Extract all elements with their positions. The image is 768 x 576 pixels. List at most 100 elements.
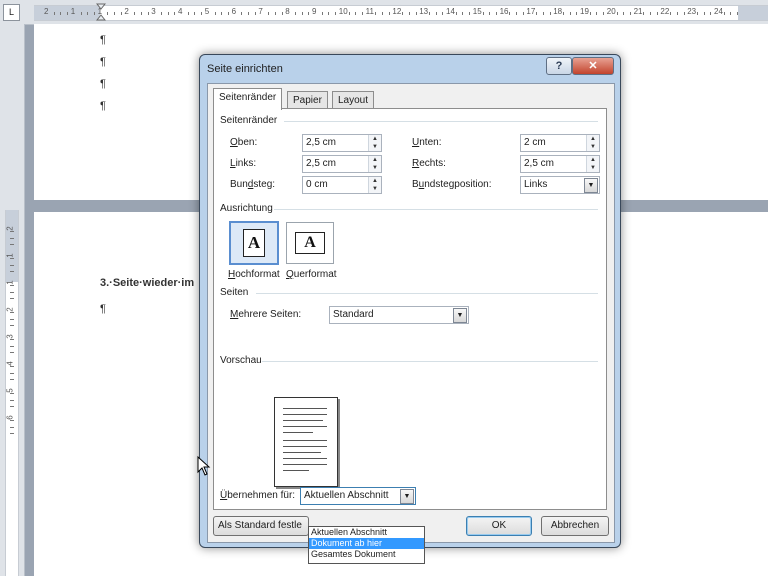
ruler-tick — [616, 12, 618, 15]
chevron-down-icon[interactable]: ▼ — [584, 178, 598, 193]
indent-marker-icon[interactable] — [96, 3, 106, 23]
ruler-tick — [10, 244, 14, 246]
ruler-tick — [53, 12, 55, 15]
ruler-tick — [10, 345, 14, 347]
ruler-tick — [696, 12, 698, 15]
ruler-tick — [650, 12, 651, 15]
ruler-tick — [194, 12, 196, 15]
page-setup-dialog: Seite einrichten ? ✕ Seitenränder Papier… — [199, 54, 621, 564]
ruler-tick — [576, 12, 578, 15]
ruler-tick — [10, 318, 14, 320]
increment-arrow-icon[interactable]: ▲ — [369, 135, 381, 143]
ruler-tick — [335, 12, 337, 15]
landscape-label: Querformat — [286, 269, 337, 280]
horizontal-ruler[interactable]: L 2 1 1 2 3 4 5 6 7 8 9 10 11 12 13 14 15 16 17 18 19 20 21 22 2… — [0, 0, 768, 25]
decrement-arrow-icon[interactable]: ▼ — [587, 143, 599, 151]
ruler-number: 8 — [285, 7, 290, 16]
tab-papier[interactable]: Papier — [287, 91, 328, 109]
top-margin-stepper[interactable]: 2,5 cm ▲ ▼ — [302, 134, 382, 152]
ruler-number: 10 — [338, 7, 348, 16]
tab-stop-selector-icon[interactable]: L — [3, 4, 20, 21]
multiple-pages-select[interactable]: Standard ▼ — [329, 306, 469, 324]
increment-arrow-icon[interactable]: ▲ — [369, 177, 381, 185]
ruler-tick — [10, 291, 14, 293]
ruler-tick — [415, 12, 417, 15]
section-label-pages: Seiten — [220, 287, 249, 298]
ruler-tick — [87, 12, 89, 15]
ruler-tick — [10, 311, 14, 313]
mouse-pointer-icon — [197, 456, 211, 476]
decrement-arrow-icon[interactable]: ▼ — [369, 143, 381, 151]
gutter-position-select[interactable]: Links ▼ — [520, 176, 600, 194]
set-as-default-button[interactable]: Als Standard festle — [213, 516, 309, 536]
ruler-tick — [603, 12, 605, 15]
ruler-track: 2 1 1 2 3 4 5 6 7 8 9 10 11 12 13 14 15 16 17 18 19 20 21 22 23 2… — [34, 5, 768, 21]
section-divider — [256, 293, 598, 294]
ok-button[interactable]: OK — [466, 516, 532, 536]
chevron-down-icon[interactable]: ▼ — [453, 308, 467, 323]
ruler-tick — [683, 12, 685, 15]
ruler-tick — [469, 12, 471, 15]
right-margin-stepper[interactable]: 2,5 cm ▲ ▼ — [520, 155, 600, 173]
bottom-margin-stepper[interactable]: 2 cm ▲ ▼ — [520, 134, 600, 152]
ruler-number: 18 — [553, 7, 563, 16]
dropdown-option[interactable]: Gesamtes Dokument — [309, 549, 424, 560]
ruler-tick — [281, 12, 283, 15]
vertical-ruler[interactable]: 21123456 — [0, 24, 25, 576]
paragraph-mark: ¶ — [100, 303, 106, 315]
increment-arrow-icon[interactable]: ▲ — [587, 156, 599, 164]
top-margin-value: 2,5 cm — [306, 137, 337, 148]
ruler-tick — [60, 12, 62, 15]
ruler-tick — [676, 12, 678, 15]
ruler-number: 7 — [258, 7, 263, 16]
landscape-button[interactable]: A — [286, 222, 334, 264]
ruler-tick — [10, 433, 14, 435]
decrement-arrow-icon[interactable]: ▼ — [587, 164, 599, 172]
ruler-tick — [408, 12, 410, 15]
increment-arrow-icon[interactable]: ▲ — [369, 156, 381, 164]
ruler-tick — [509, 12, 511, 15]
decrement-arrow-icon[interactable]: ▼ — [369, 164, 381, 172]
dropdown-option-highlighted[interactable]: Dokument ab hier — [309, 538, 424, 549]
vertical-ruler-track: 21123456 — [5, 210, 19, 576]
section-label-preview: Vorschau — [220, 355, 262, 366]
paragraph-mark: ¶ — [100, 56, 106, 68]
help-button[interactable]: ? — [546, 57, 572, 75]
ruler-number: 17 — [526, 7, 536, 16]
ruler-tick — [147, 12, 149, 15]
ruler-tick — [10, 365, 14, 367]
close-button[interactable]: ✕ — [572, 57, 614, 75]
ruler-number: 11 — [365, 7, 374, 16]
decrement-arrow-icon[interactable]: ▼ — [369, 185, 381, 193]
ruler-tick — [375, 12, 377, 15]
ruler-number: 22 — [660, 7, 670, 16]
ruler-tick — [361, 12, 363, 15]
chevron-down-icon[interactable]: ▼ — [400, 489, 414, 504]
bottom-margin-label: Unten: — [412, 137, 442, 148]
ruler-number: 4 — [178, 7, 183, 16]
ruler-tick — [10, 338, 14, 340]
ruler-tick — [10, 392, 14, 394]
tab-seitenraender[interactable]: Seitenränder — [213, 88, 283, 110]
ruler-right-margin — [738, 6, 768, 20]
section-divider — [262, 361, 598, 362]
tab-layout[interactable]: Layout — [332, 91, 375, 109]
left-margin-stepper[interactable]: 2,5 cm ▲ ▼ — [302, 155, 382, 173]
cancel-button[interactable]: Abbrechen — [541, 516, 609, 536]
ruler-tick — [10, 352, 14, 354]
document-heading: 3.·Seite·wieder·im — [100, 277, 195, 289]
increment-arrow-icon[interactable]: ▲ — [587, 135, 599, 143]
ruler-tick — [294, 12, 296, 15]
portrait-button[interactable]: A — [229, 221, 279, 265]
apply-to-select[interactable]: Aktuellen Abschnitt ▼ — [300, 487, 416, 505]
ruler-number: 14 — [446, 7, 455, 16]
ruler-number: 3 — [151, 7, 156, 16]
gutter-stepper[interactable]: 0 cm ▲ ▼ — [302, 176, 382, 194]
ruler-tick — [93, 12, 95, 15]
ruler-tick — [643, 12, 645, 15]
ruler-tick — [455, 12, 457, 15]
dropdown-option[interactable]: Aktuellen Abschnitt — [309, 527, 424, 538]
ruler-number: 21 — [633, 7, 643, 16]
ruler-tick — [140, 12, 142, 15]
ruler-number: 23 — [687, 7, 697, 16]
